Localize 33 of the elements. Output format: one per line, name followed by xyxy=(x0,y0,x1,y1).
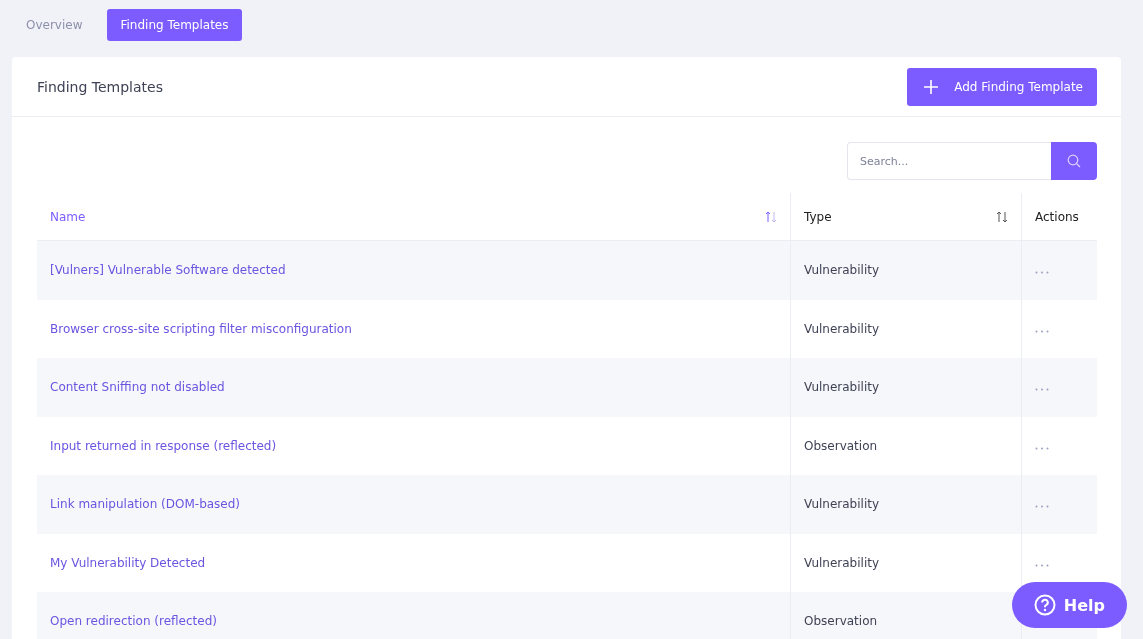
template-link[interactable]: Browser cross-site scripting filter misconfiguration xyxy=(50,321,352,336)
help-button[interactable]: Help xyxy=(1011,582,1127,628)
search-icon xyxy=(1067,154,1081,168)
more-icon[interactable] xyxy=(1035,505,1049,509)
template-link[interactable]: Input returned in response (reflected) xyxy=(50,438,277,453)
add-button[interactable]: Add Finding Template xyxy=(907,67,1097,106)
column-header[interactable]: Actions xyxy=(1021,193,1097,241)
column-header[interactable]: Type xyxy=(790,193,1022,241)
table-cell: Observation xyxy=(804,438,878,453)
column-header[interactable]: Name xyxy=(37,193,791,241)
table-cell: Vulnerability xyxy=(804,263,880,278)
more-icon[interactable] xyxy=(1035,329,1049,333)
plus-icon xyxy=(924,79,939,94)
more-icon[interactable] xyxy=(1035,563,1049,567)
table-cell: Vulnerability xyxy=(804,555,880,570)
tab[interactable]: Overview xyxy=(12,9,97,41)
template-link[interactable]: Content Sniffing not disabled xyxy=(50,380,225,395)
search-button[interactable] xyxy=(1051,142,1097,180)
table-cell: Observation xyxy=(804,614,878,629)
more-icon[interactable] xyxy=(1035,446,1049,450)
more-icon[interactable] xyxy=(1035,271,1049,275)
template-link[interactable]: My Vulnerability Detected xyxy=(50,555,206,570)
template-link[interactable]: [Vulners] Vulnerable Software detected xyxy=(50,263,286,278)
table-cell: Vulnerability xyxy=(804,321,880,336)
template-link[interactable]: Link manipulation (DOM-based) xyxy=(50,497,241,512)
search-field[interactable]: Search... xyxy=(847,142,1051,180)
card-title: Finding Templates xyxy=(37,78,163,95)
tab[interactable]: Finding Templates xyxy=(106,9,243,41)
table-cell: Vulnerability xyxy=(804,380,880,395)
more-icon[interactable] xyxy=(1035,388,1049,392)
template-link[interactable]: Open redirection (reflected) xyxy=(50,614,217,629)
table-cell: Vulnerability xyxy=(804,497,880,512)
question-icon xyxy=(1033,594,1056,616)
